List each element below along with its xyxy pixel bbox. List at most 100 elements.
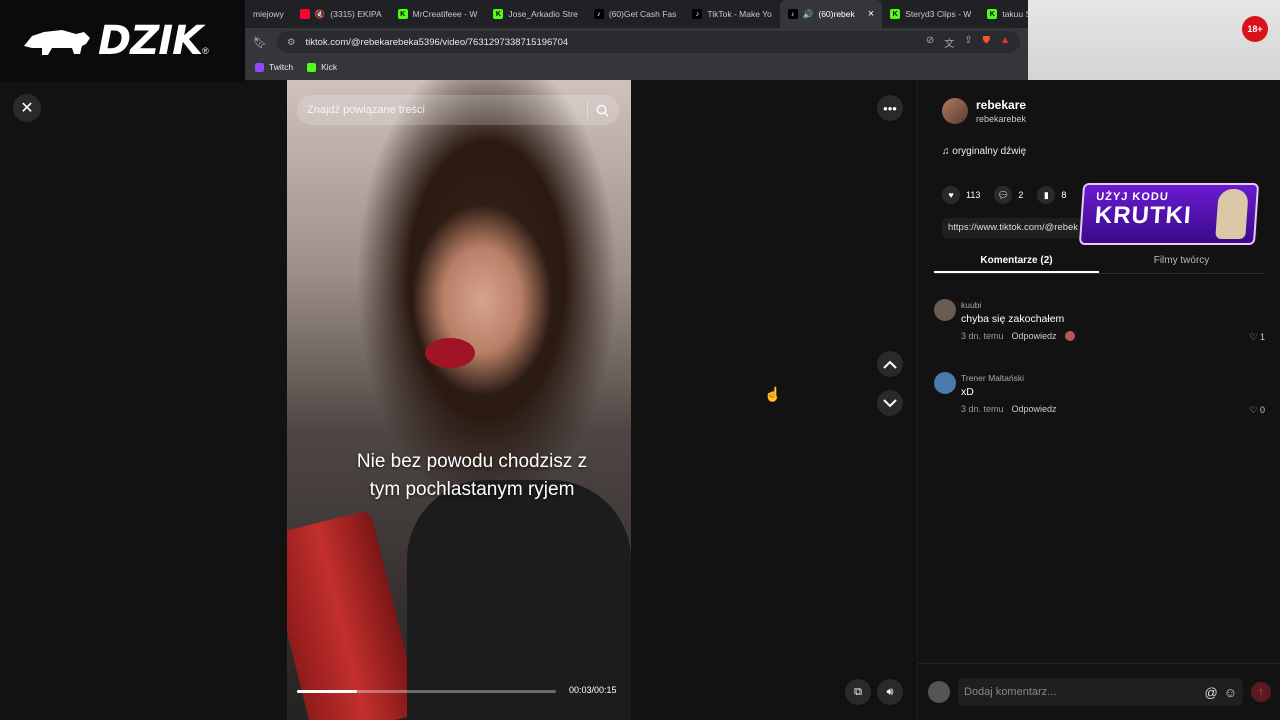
address-row: 🔖︎ ⚙ tiktok.com/@rebekarebeka5396/video/… — [245, 28, 1028, 56]
youtube-icon — [299, 9, 310, 19]
emoji-icon[interactable]: ☺ — [1224, 685, 1237, 700]
comment-meta: 3 dn. temu Odpowiedz — [961, 404, 1057, 414]
tab-label: Jose_Arkadio Stre — [508, 9, 578, 19]
reply-button[interactable]: Odpowiedz — [1012, 404, 1057, 414]
engagement-actions: ♥ 113 💬︎ 2 ▮ 8 — [942, 186, 1066, 204]
browser-tab[interactable]: K Jose_Arkadio Stre — [485, 0, 585, 28]
next-video-button[interactable] — [877, 390, 903, 416]
browser-tab[interactable]: ♪ TikTok - Make Yo — [684, 0, 779, 28]
comment-input[interactable]: Dodaj komentarz... @ ☺ — [958, 678, 1243, 706]
author-info[interactable]: rebekare rebekarebek — [942, 98, 1026, 124]
tiktok-icon: ♪ — [692, 9, 703, 19]
arrow-up-icon: ↑ — [1258, 686, 1264, 698]
save-count: 8 — [1061, 190, 1067, 200]
bookmarks-bar: Twitch Kick — [245, 56, 1028, 78]
avatar[interactable] — [934, 372, 956, 394]
kick-icon — [307, 62, 317, 72]
chevron-down-icon — [883, 398, 897, 407]
reply-button[interactable]: Odpowiedz — [1012, 331, 1057, 341]
comment-time: 3 dn. temu — [961, 404, 1004, 414]
related-search-input[interactable]: Znajdź powiązane treści — [297, 95, 619, 125]
address-bar[interactable]: ⚙ tiktok.com/@rebekarebeka5396/video/763… — [276, 31, 1020, 53]
comment-like[interactable]: ♡ 1 — [1249, 332, 1265, 343]
creator-liked-icon — [1064, 331, 1075, 341]
site-settings-icon[interactable]: ⚙ — [287, 37, 296, 48]
comment-like-count: 1 — [1259, 332, 1265, 342]
comment-item: Trener Maltański xD 3 dn. temu Odpowiedz… — [934, 372, 1269, 422]
author-text: rebekare rebekarebek — [976, 98, 1026, 124]
avatar[interactable] — [942, 98, 968, 124]
floating-player-button[interactable]: ⧉ — [845, 679, 871, 705]
translate-icon[interactable]: 文 — [944, 35, 954, 50]
progress-fill — [297, 690, 357, 693]
browser-tab[interactable]: K takuu Stream - — [979, 0, 1028, 28]
close-icon: ✕ — [20, 100, 34, 117]
chevron-up-icon — [883, 360, 897, 369]
comment-user[interactable]: kuubi — [961, 300, 981, 310]
age-rating-badge: 18+ — [1242, 16, 1268, 42]
comment-like[interactable]: ♡ 0 — [1249, 405, 1265, 416]
tab-label: takuu Stream - — [1002, 9, 1028, 19]
picture-in-picture-icon: ⧉ — [854, 685, 862, 698]
kick-icon: K — [890, 9, 901, 19]
browser-tab[interactable]: miejowy — [245, 0, 292, 28]
avatar[interactable] — [934, 299, 956, 321]
browser-tab-active[interactable]: ♪ 🔊 (60)rebek × — [779, 0, 883, 28]
logo-registered-mark: ® — [202, 46, 209, 56]
heart-outline-icon: ♡ — [1249, 405, 1258, 415]
avatar — [928, 681, 950, 703]
video-progress-bar[interactable] — [297, 690, 556, 693]
bookmark-twitch[interactable]: Twitch — [255, 62, 293, 72]
muted-icon: 🔇 — [314, 8, 326, 19]
no-tracking-icon[interactable]: ⊘ — [926, 35, 934, 50]
heart-icon: ♥ — [942, 186, 960, 204]
browser-tab[interactable]: K MrCreatifeee - W — [390, 0, 486, 28]
search-icon[interactable] — [596, 104, 609, 117]
volume-button[interactable]: 🔊︎ — [877, 679, 903, 705]
more-options-button[interactable]: ••• — [877, 95, 903, 121]
tab-creator-videos[interactable]: Filmy twórcy — [1099, 248, 1264, 273]
tab-comments[interactable]: Komentarze (2) — [934, 248, 1099, 273]
volume-icon: 🔊︎ — [886, 685, 894, 698]
share-icon[interactable]: ⇪ — [964, 35, 972, 50]
search-placeholder: Znajdź powiązane treści — [307, 104, 426, 116]
sound-link[interactable]: ♫ oryginalny dźwię — [942, 146, 1026, 157]
browser-tab[interactable]: 🔇 (3315) EKIPA — [292, 0, 390, 28]
bookmark-label: Twitch — [269, 62, 294, 72]
bookmark-kick[interactable]: Kick — [307, 62, 337, 72]
send-button[interactable]: ↑ — [1251, 682, 1271, 702]
tab-close-icon[interactable]: × — [868, 8, 874, 20]
comment-time: 3 dn. temu — [961, 331, 1004, 341]
kick-icon: K — [493, 9, 504, 19]
like-action[interactable]: ♥ 113 — [942, 186, 980, 204]
rewards-icon[interactable]: ▲ — [1000, 35, 1010, 50]
url-text[interactable]: tiktok.com/@rebekarebeka5396/video/76312… — [306, 37, 569, 48]
save-action[interactable]: ▮ 8 — [1037, 186, 1066, 204]
like-count: 113 — [966, 190, 981, 200]
tab-label: TikTok - Make Yo — [707, 9, 772, 19]
promo-code-banner: UŻYJ KODU KRUTKI — [1078, 183, 1260, 245]
close-button[interactable]: ✕ — [13, 94, 41, 122]
tab-label: miejowy — [253, 9, 284, 19]
previous-video-button[interactable] — [877, 351, 903, 377]
comment-count: 2 — [1018, 190, 1024, 200]
search-divider — [587, 101, 588, 119]
comment-text: xD — [961, 386, 974, 398]
author-name[interactable]: rebekare — [976, 98, 1026, 112]
brave-shield-icon[interactable]: ⛊ — [983, 35, 991, 50]
browser-tab[interactable]: K Steryd3 Clips - W — [882, 0, 979, 28]
tab-label: (60)rebek — [818, 9, 855, 19]
mention-icon[interactable]: @ — [1205, 685, 1218, 700]
comment-action[interactable]: 💬︎ 2 — [994, 186, 1023, 204]
comment-user[interactable]: Trener Maltański — [961, 373, 1024, 383]
video-subject-torso — [407, 480, 631, 720]
logo-text: DZIK — [98, 18, 203, 64]
caption-line: tym pochlastanym ryjem — [369, 479, 575, 500]
browser-tab[interactable]: ♪ (60)Get Cash Fas — [586, 0, 685, 28]
bookmark-icon[interactable]: 🔖︎ — [253, 36, 267, 49]
twitch-icon — [255, 62, 264, 72]
mouse-cursor-icon: ☝ — [764, 386, 782, 402]
heart-outline-icon: ♡ — [1249, 332, 1258, 342]
video-player[interactable]: Znajdź powiązane treści Nie bez powodu c… — [287, 80, 631, 720]
video-subject-lips — [425, 338, 475, 368]
